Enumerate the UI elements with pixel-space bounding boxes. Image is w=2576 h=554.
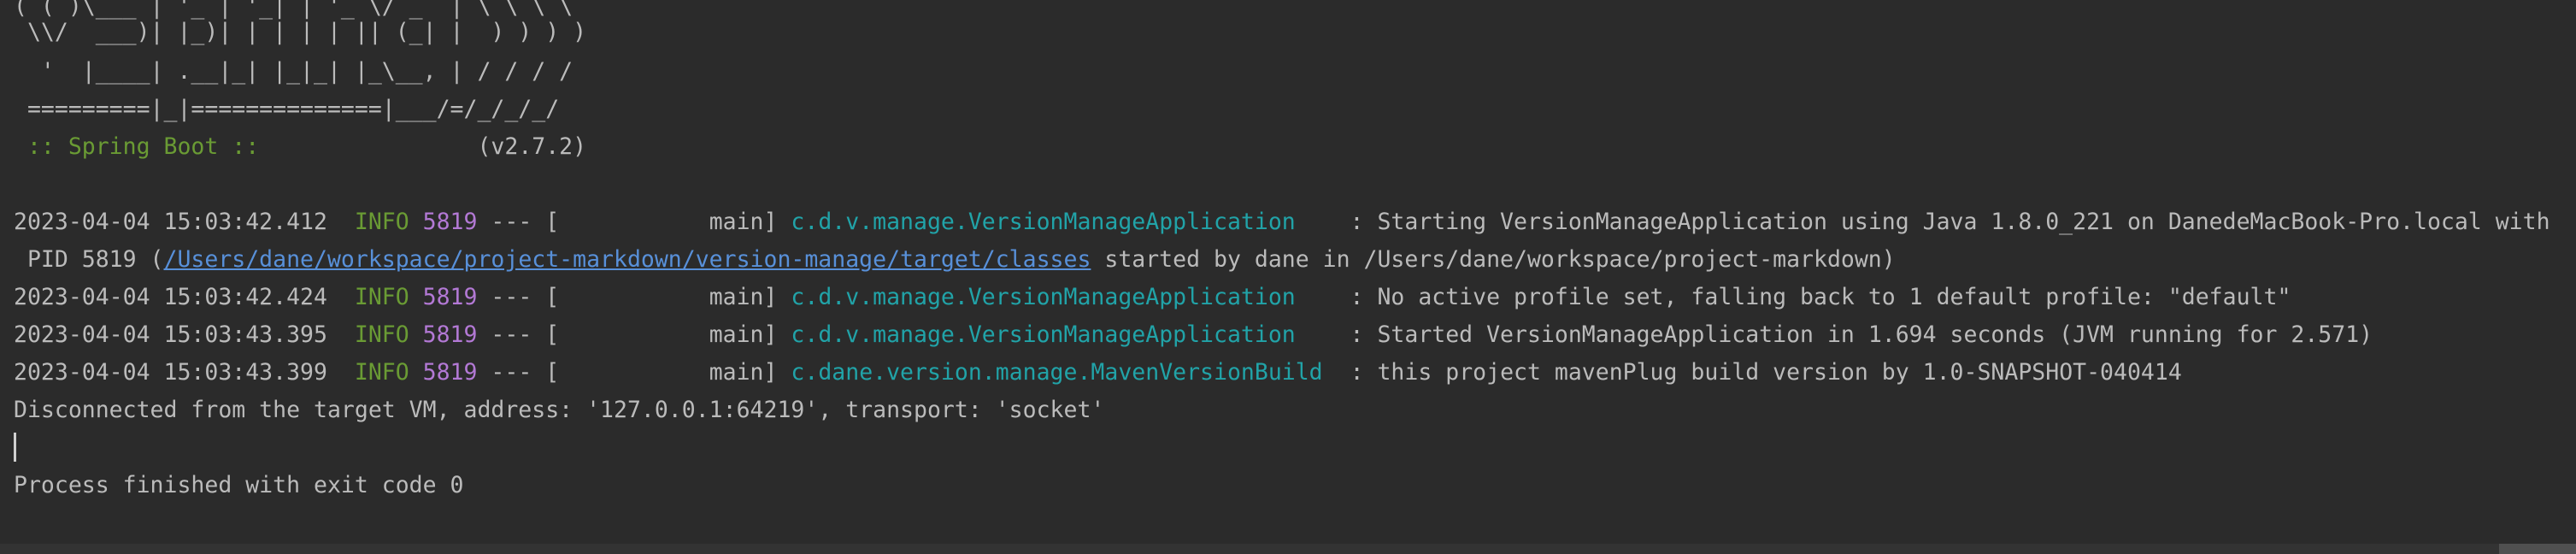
log-message: : Starting VersionManageApplication usin… bbox=[1295, 209, 2550, 235]
log-logger: c.d.v.manage.VersionManageApplication bbox=[791, 321, 1296, 348]
spring-boot-version-line: :: Spring Boot :: (v2.7.2) bbox=[14, 128, 586, 166]
banner-line: =========|_|==============|___/=/_/_/_/ bbox=[14, 96, 560, 122]
log-message: : No active profile set, falling back to… bbox=[1295, 284, 2291, 310]
exit-message: Process finished with exit code 0 bbox=[14, 472, 464, 498]
horizontal-scrollbar[interactable] bbox=[0, 544, 2576, 554]
log-logger: c.d.v.manage.VersionManageApplication bbox=[791, 284, 1296, 310]
log-message: : Started VersionManageApplication in 1.… bbox=[1295, 321, 2373, 348]
disconnect-message: Disconnected from the target VM, address… bbox=[14, 397, 1105, 423]
log-thread: --- [ main] bbox=[477, 209, 791, 235]
log-timestamp: 2023-04-04 15:03:42.412 bbox=[14, 209, 327, 235]
spring-boot-version: (v2.7.2) bbox=[273, 133, 587, 160]
log-pid: 5819 bbox=[409, 209, 478, 235]
log-pid: 5819 bbox=[409, 321, 478, 348]
log-level: INFO bbox=[326, 284, 409, 310]
log-timestamp: 2023-04-04 15:03:42.424 bbox=[14, 284, 327, 310]
log-thread: --- [ main] bbox=[477, 321, 791, 348]
log-level: INFO bbox=[326, 359, 409, 386]
log-continuation-line: PID 5819 (/Users/dane/workspace/project-… bbox=[14, 241, 1896, 279]
log-pid: 5819 bbox=[409, 284, 478, 310]
spring-boot-label: :: Spring Boot :: bbox=[14, 133, 273, 160]
log-line: 2023-04-04 15:03:43.399 INFO 5819 --- [ … bbox=[14, 354, 2182, 392]
log-message: : this project mavenPlug build version b… bbox=[1322, 359, 2182, 386]
banner-line: ' |____| .__|_| |_|_| |_\__, | / / / / bbox=[14, 58, 573, 85]
horizontal-scrollbar-thumb[interactable] bbox=[2499, 544, 2576, 554]
log-line: 2023-04-04 15:03:42.412 INFO 5819 --- [ … bbox=[14, 203, 2550, 241]
banner-line: \\/ ___)| |_)| | | | | || (_| | ) ) ) ) bbox=[14, 19, 587, 45]
log-timestamp: 2023-04-04 15:03:43.395 bbox=[14, 321, 327, 348]
log-continuation-prefix: PID 5819 ( bbox=[14, 246, 164, 273]
log-line: 2023-04-04 15:03:42.424 INFO 5819 --- [ … bbox=[14, 279, 2291, 316]
run-console[interactable]: ( ( )\___ | '_ | '_| | '_ \/ _` | \ \ \ … bbox=[0, 0, 2576, 554]
log-logger: c.d.v.manage.VersionManageApplication bbox=[791, 209, 1296, 235]
log-line: 2023-04-04 15:03:43.395 INFO 5819 --- [ … bbox=[14, 316, 2373, 354]
log-thread: --- [ main] bbox=[477, 359, 791, 386]
log-thread: --- [ main] bbox=[477, 284, 791, 310]
log-level: INFO bbox=[326, 209, 409, 235]
text-caret bbox=[14, 433, 16, 462]
classpath-link[interactable]: /Users/dane/workspace/project-markdown/v… bbox=[164, 246, 1091, 273]
log-level: INFO bbox=[326, 321, 409, 348]
log-logger: c.dane.version.manage.MavenVersionBuild bbox=[791, 359, 1323, 386]
log-continuation-suffix: started by dane in /Users/dane/workspace… bbox=[1091, 246, 1896, 273]
log-timestamp: 2023-04-04 15:03:43.399 bbox=[14, 359, 327, 386]
log-pid: 5819 bbox=[409, 359, 478, 386]
